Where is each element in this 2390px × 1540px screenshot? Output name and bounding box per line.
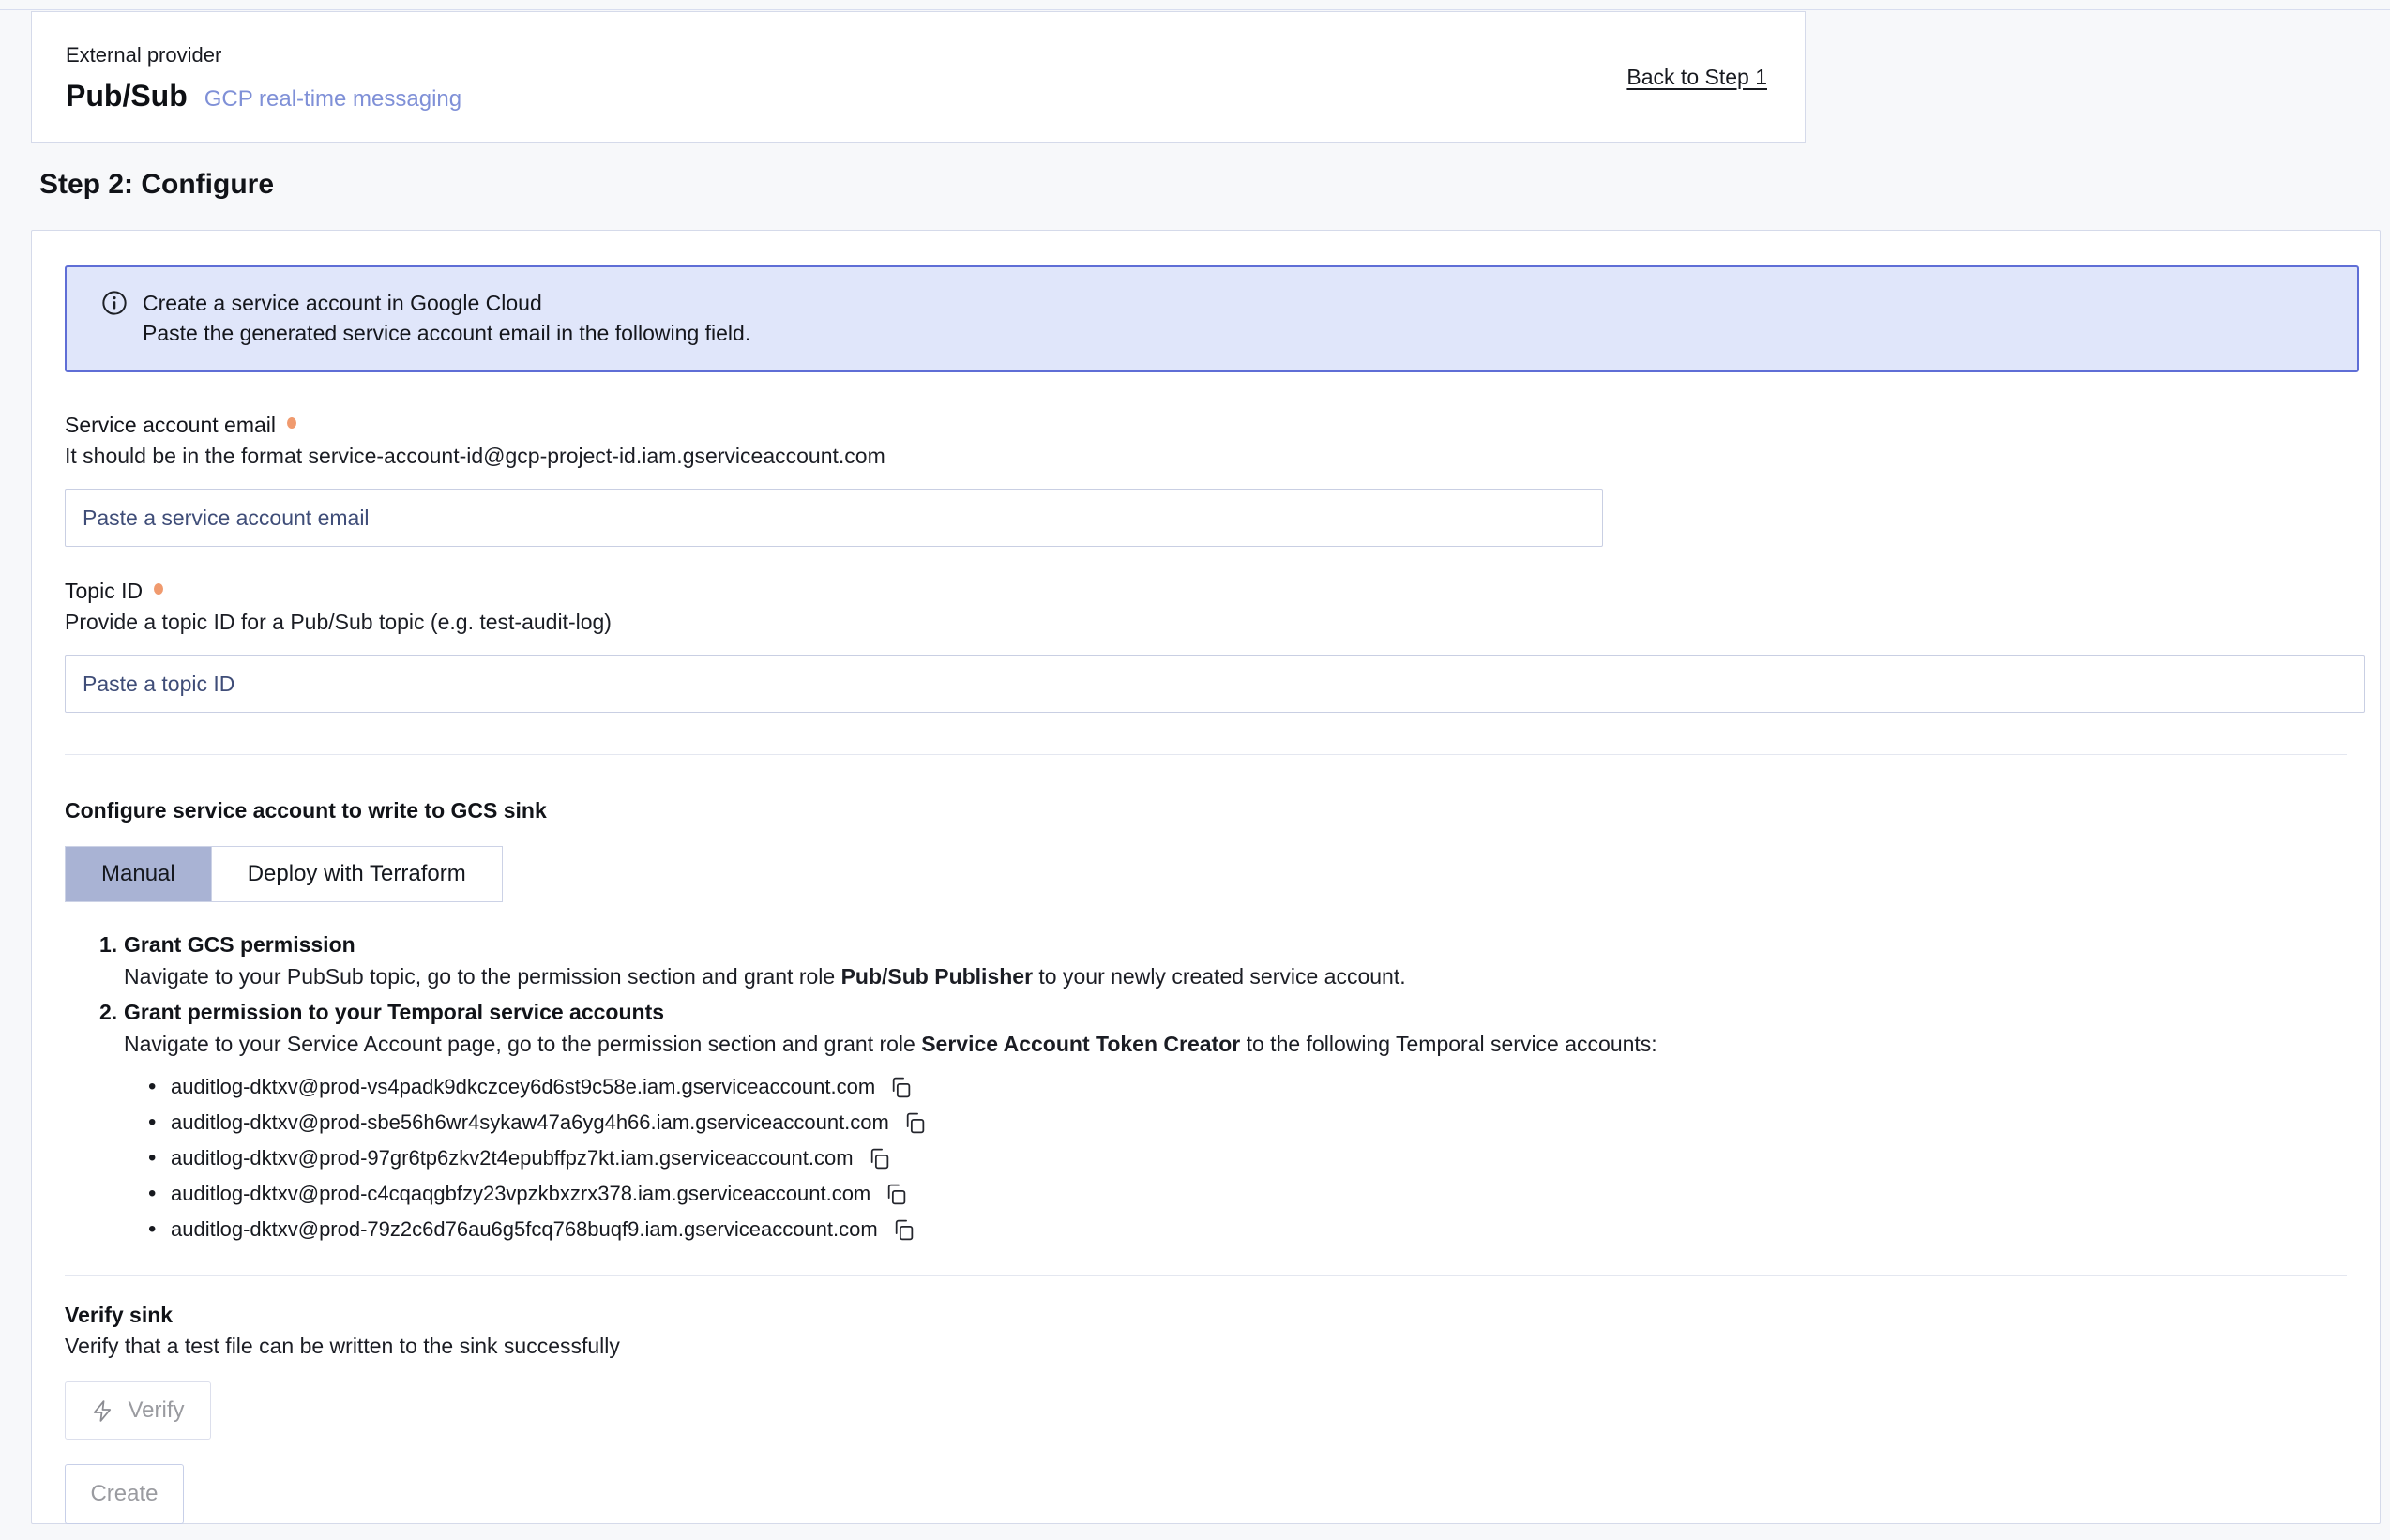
create-button[interactable]: Create (65, 1464, 184, 1524)
service-account-email: auditlog-dktxv@prod-sbe56h6wr4sykaw47a6y… (171, 1105, 889, 1140)
copy-icon[interactable] (867, 1146, 892, 1171)
topic-id-helper: Provide a topic ID for a Pub/Sub topic (… (65, 608, 2347, 636)
page-title: Step 2: Configure (39, 169, 274, 201)
top-divider (0, 9, 2390, 10)
back-to-step-1-link[interactable]: Back to Step 1 (1626, 65, 1767, 90)
temporal-service-account-list: auditlog-dktxv@prod-vs4padk9dkczcey6d6st… (124, 1069, 2347, 1247)
provider-subtitle: GCP real-time messaging (204, 86, 461, 113)
sink-tabs: Manual Deploy with Terraform (65, 846, 503, 902)
copy-icon[interactable] (902, 1110, 928, 1136)
section-divider (65, 1275, 2347, 1276)
provider-card: External provider Pub/Sub GCP real-time … (31, 11, 1806, 143)
service-account-list-item: auditlog-dktxv@prod-79z2c6d76au6g5fcq768… (124, 1212, 2347, 1247)
manual-steps: 1.Grant GCS permission Navigate to your … (65, 930, 2347, 1247)
provider-title-row: Pub/Sub GCP real-time messaging (66, 79, 461, 113)
service-account-list-item: auditlog-dktxv@prod-sbe56h6wr4sykaw47a6y… (124, 1105, 2347, 1140)
copy-icon[interactable] (888, 1075, 914, 1100)
service-account-list-item: auditlog-dktxv@prod-c4cqaqgbfzy23vpzkbxz… (124, 1176, 2347, 1212)
info-banner: Create a service account in Google Cloud… (65, 265, 2359, 372)
provider-info: External provider Pub/Sub GCP real-time … (66, 41, 461, 113)
copy-icon[interactable] (891, 1217, 916, 1243)
service-account-email-helper: It should be in the format service-accou… (65, 442, 2347, 470)
provider-eyebrow: External provider (66, 41, 461, 69)
service-account-list-item: auditlog-dktxv@prod-vs4padk9dkczcey6d6st… (124, 1069, 2347, 1105)
step-1-number: 1. (99, 930, 124, 959)
service-account-email-input[interactable] (65, 489, 1603, 547)
step-2-number: 2. (99, 998, 124, 1026)
service-account-email: auditlog-dktxv@prod-c4cqaqgbfzy23vpzkbxz… (171, 1176, 870, 1212)
service-account-email: auditlog-dktxv@prod-79z2c6d76au6g5fcq768… (171, 1212, 878, 1247)
topic-id-label: Topic ID (65, 577, 143, 605)
required-dot (287, 417, 296, 429)
section-divider (65, 754, 2347, 755)
verify-sink-heading: Verify sink (65, 1301, 2347, 1329)
step-1-body: Navigate to your PubSub topic, go to the… (124, 962, 2347, 990)
topic-id-input[interactable] (65, 655, 2365, 713)
verify-sink-description: Verify that a test file can be written t… (65, 1332, 2347, 1360)
zap-icon (91, 1399, 114, 1423)
service-account-email-label-row: Service account email (65, 411, 2347, 439)
info-icon (101, 290, 128, 316)
step-2-body: Navigate to your Service Account page, g… (124, 1030, 2347, 1058)
service-account-list-item: auditlog-dktxv@prod-97gr6tp6zkv2t4epubff… (124, 1140, 2347, 1176)
provider-title: Pub/Sub (66, 79, 188, 113)
service-account-email-label: Service account email (65, 411, 276, 439)
service-account-email: auditlog-dktxv@prod-97gr6tp6zkv2t4epubff… (171, 1140, 854, 1176)
configure-card: Create a service account in Google Cloud… (31, 230, 2381, 1524)
info-banner-text: Create a service account in Google Cloud… (143, 288, 750, 348)
page: External provider Pub/Sub GCP real-time … (0, 0, 2390, 1540)
copy-icon[interactable] (884, 1182, 909, 1207)
sink-section-heading: Configure service account to write to GC… (65, 796, 2347, 824)
step-1-title: 1.Grant GCS permission (124, 930, 2347, 959)
verify-button[interactable]: Verify (65, 1381, 211, 1440)
service-account-email: auditlog-dktxv@prod-vs4padk9dkczcey6d6st… (171, 1069, 875, 1105)
step-2-title: 2.Grant permission to your Temporal serv… (124, 998, 2347, 1026)
info-banner-title: Create a service account in Google Cloud (143, 288, 750, 318)
topic-id-label-row: Topic ID (65, 577, 2347, 605)
tab-manual[interactable]: Manual (66, 847, 211, 901)
required-dot (154, 583, 163, 595)
info-banner-description: Paste the generated service account emai… (143, 318, 750, 348)
tab-deploy-with-terraform[interactable]: Deploy with Terraform (211, 847, 502, 901)
